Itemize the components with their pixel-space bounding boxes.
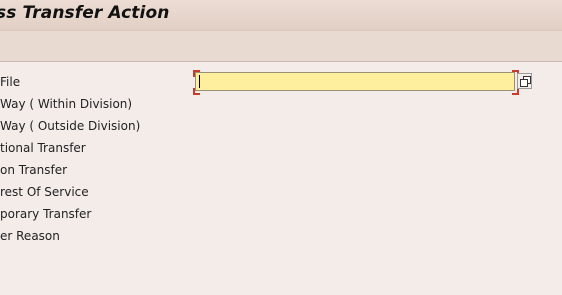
file-label: File: [0, 75, 21, 89]
application-toolbar: [0, 30, 562, 62]
page-title: ss Transfer Action: [0, 3, 170, 23]
option-item[interactable]: rest Of Service: [0, 185, 89, 199]
option-item[interactable]: porary Transfer: [0, 207, 91, 221]
text-cursor: [199, 75, 200, 88]
title-bar: ss Transfer Action: [0, 0, 562, 30]
option-item[interactable]: Way ( Outside Division): [0, 119, 140, 133]
required-marker: [512, 88, 519, 95]
option-item[interactable]: on Transfer: [0, 163, 67, 177]
value-help-button[interactable]: [517, 73, 532, 89]
option-item[interactable]: Way ( Within Division): [0, 97, 132, 111]
file-input[interactable]: [195, 72, 515, 91]
required-marker: [193, 88, 200, 95]
option-item[interactable]: tional Transfer: [0, 141, 86, 155]
value-help-icon: [520, 79, 528, 87]
option-item[interactable]: er Reason: [0, 229, 60, 243]
